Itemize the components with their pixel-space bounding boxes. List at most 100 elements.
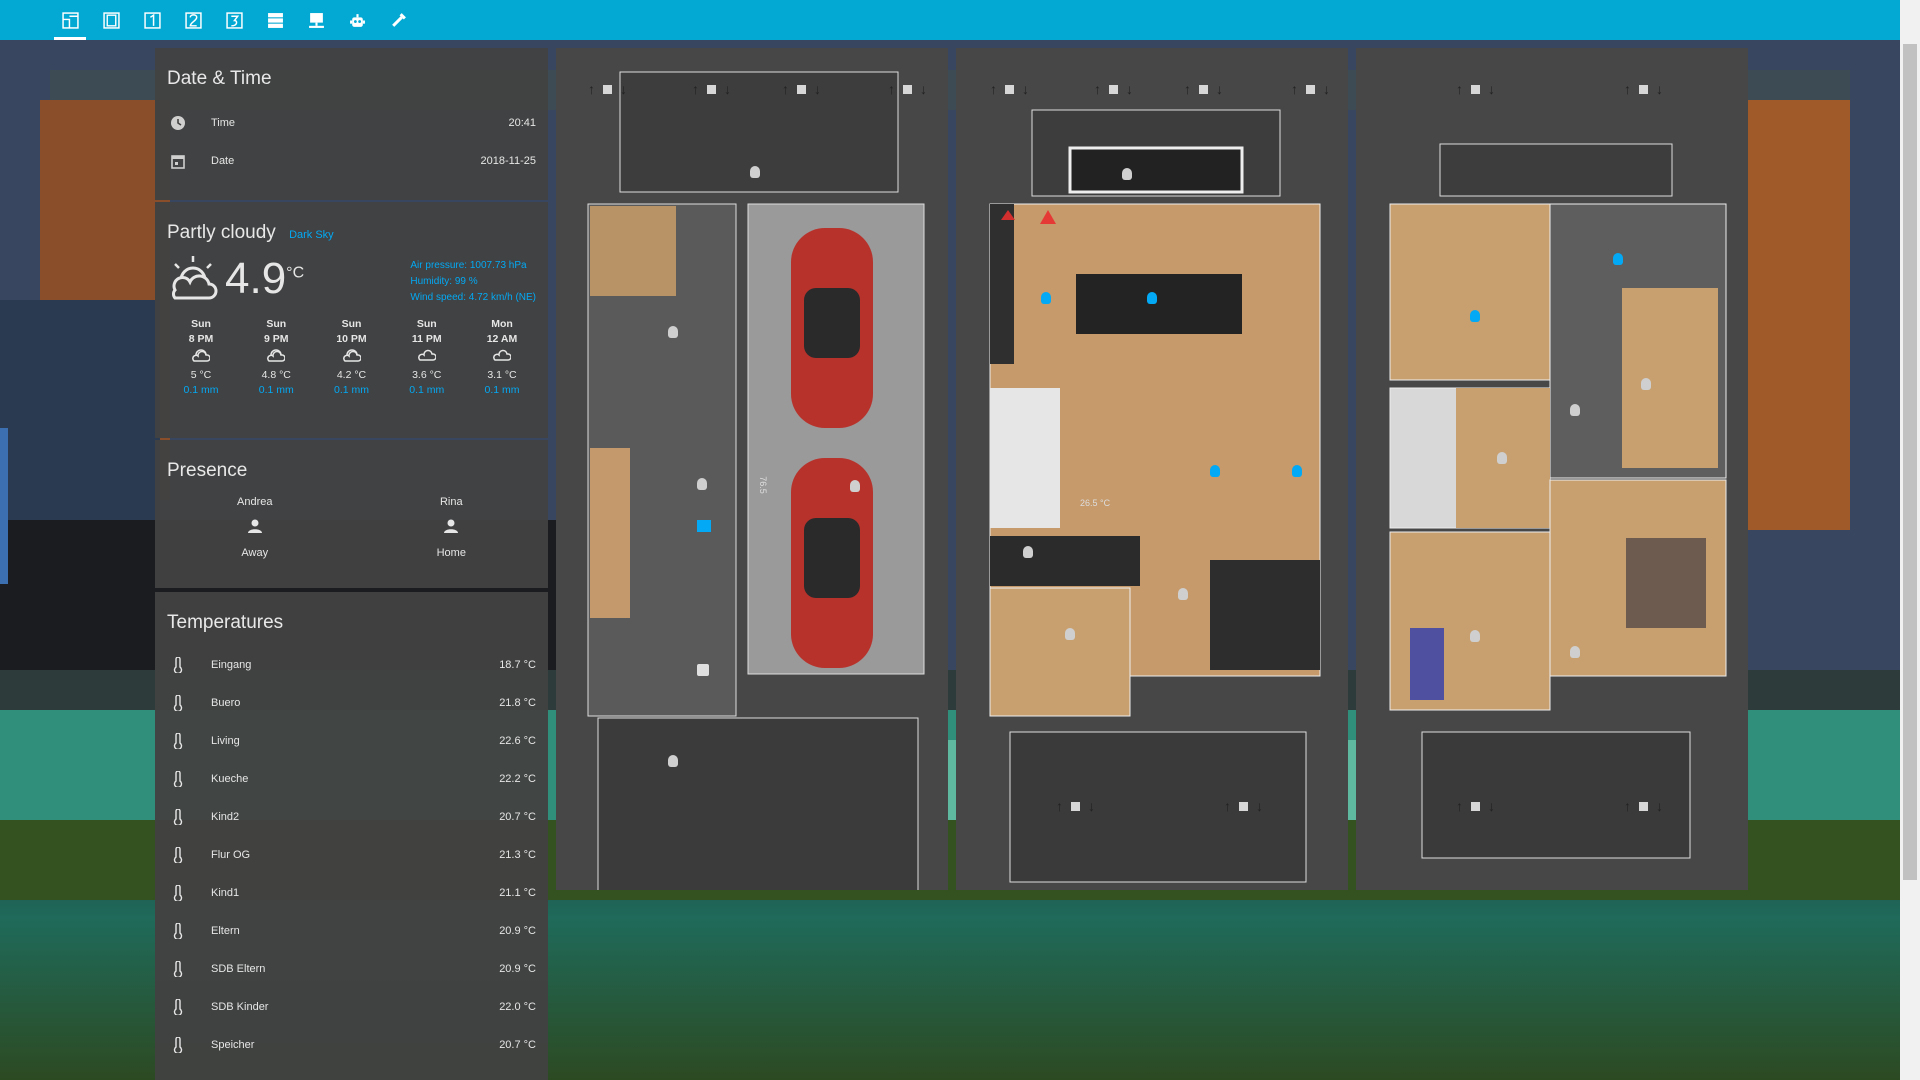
weather-condition: Partly cloudy <box>167 222 276 243</box>
lightbulb-icon[interactable] <box>1065 628 1075 640</box>
sensor-value: 21.8 °C <box>499 697 536 709</box>
tab-robot[interactable] <box>337 0 377 40</box>
thermometer-icon <box>167 958 189 980</box>
temperature-row[interactable]: Eingang 18.7 °C <box>155 646 548 684</box>
lightbulb-icon[interactable] <box>1497 452 1507 464</box>
sensor-name: Eingang <box>211 659 252 671</box>
forecast-precip: 0.1 mm <box>484 384 520 396</box>
floor-1-icon <box>143 11 161 29</box>
cover-control[interactable]: ↑ ↓ <box>1624 798 1663 814</box>
lightbulb-icon[interactable] <box>1210 465 1220 477</box>
cover-control[interactable]: ↑ ↓ <box>1291 81 1330 97</box>
cover-control[interactable]: ↑ ↓ <box>782 81 821 97</box>
lightbulb-icon[interactable] <box>1041 292 1051 304</box>
lightbulb-icon[interactable] <box>1613 253 1623 265</box>
person-state: Away <box>241 547 269 559</box>
forecast-temp: 4.8 °C <box>261 369 291 381</box>
sensor-name: Kueche <box>211 773 249 785</box>
page-scrollbar[interactable] <box>1900 0 1920 1080</box>
date-value: 2018-11-25 <box>480 155 536 167</box>
tab-floor-1[interactable] <box>132 0 172 40</box>
lightbulb-icon[interactable] <box>1641 378 1651 390</box>
temperature-row[interactable]: Speicher 20.7 °C <box>155 1026 548 1064</box>
forecast-time: 8 PM <box>188 333 214 345</box>
temperature-row[interactable]: SDB Kinder 22.0 °C <box>155 988 548 1026</box>
lightbulb-icon[interactable] <box>1023 546 1033 558</box>
cover-control[interactable]: ↑ ↓ <box>1456 798 1495 814</box>
lock-icon[interactable] <box>697 664 709 676</box>
lightbulb-icon[interactable] <box>1470 310 1480 322</box>
weather-card[interactable]: Partly cloudy Dark Sky 4.9°C Air pressur… <box>155 202 548 438</box>
lightbulb-icon[interactable] <box>1292 465 1302 477</box>
side-drawer-handle[interactable] <box>0 428 8 584</box>
presence-title: Presence <box>167 460 248 481</box>
floorplan-upper-floor[interactable]: ↑ ↓ ↑ ↓ ↑ ↓ ↑ ↓ <box>1356 48 1748 890</box>
person-andrea[interactable]: Andrea Away <box>237 496 272 569</box>
temperature-row[interactable]: Living 22.6 °C <box>155 722 548 760</box>
tab-server[interactable] <box>255 0 295 40</box>
tab-floor-2[interactable] <box>173 0 213 40</box>
cover-control[interactable]: ↑ ↓ <box>1056 798 1095 814</box>
temperature-row[interactable]: Flur OG 21.3 °C <box>155 836 548 874</box>
date-label: Date <box>211 155 235 167</box>
warning-icon[interactable] <box>1040 210 1056 224</box>
cover-control[interactable]: ↑ ↓ <box>1094 81 1133 97</box>
lightbulb-icon[interactable] <box>1178 588 1188 600</box>
lightbulb-icon[interactable] <box>750 166 760 178</box>
partly-cloudy-night-icon <box>246 347 306 368</box>
tab-tools[interactable] <box>378 0 418 40</box>
date-row[interactable]: Date 2018-11-25 <box>155 142 548 180</box>
sensor-value: 22.6 °C <box>499 735 536 747</box>
cover-control[interactable]: ↑ ↓ <box>888 81 927 97</box>
time-row[interactable]: Time 20:41 <box>155 104 548 142</box>
cover-control[interactable]: ↑ ↓ <box>1184 81 1223 97</box>
cover-control[interactable]: ↑ ↓ <box>990 81 1029 97</box>
temperature-row[interactable]: Kind1 21.1 °C <box>155 874 548 912</box>
lightbulb-icon[interactable] <box>668 326 678 338</box>
temperature-row[interactable]: SDB Eltern 20.9 °C <box>155 950 548 988</box>
lightbulb-icon[interactable] <box>1122 168 1132 180</box>
tab-monitor[interactable] <box>296 0 336 40</box>
time-label: Time <box>211 117 236 129</box>
radio-icon[interactable] <box>697 520 711 532</box>
temperature-unit: °C <box>286 264 305 282</box>
cloudy-icon <box>397 347 457 368</box>
forecast-precip: 0.1 mm <box>409 384 445 396</box>
sensor-value: 20.9 °C <box>499 963 536 975</box>
floorplan-ground-floor[interactable]: 76.5 ↑ ↓ ↑ ↓ ↑ ↓ ↑ ↓ <box>556 48 948 899</box>
temperature-row[interactable]: Eltern 20.9 °C <box>155 912 548 950</box>
floorplan-first-floor[interactable]: 26.5 °C ↑ ↓ ↑ ↓ ↑ ↓ ↑ ↓ ↑ ↓ ↑ ↓ <box>956 48 1348 890</box>
temperature-row[interactable]: Kind2 20.7 °C <box>155 798 548 836</box>
cover-control[interactable]: ↑ ↓ <box>1224 798 1263 814</box>
cover-control[interactable]: ↑ ↓ <box>1624 81 1663 97</box>
lightbulb-icon[interactable] <box>1570 646 1580 658</box>
cover-control[interactable]: ↑ ↓ <box>1456 81 1495 97</box>
person-rina[interactable]: Rina Home <box>437 496 466 569</box>
tab-floor-0[interactable] <box>91 0 131 40</box>
first-floor-plan <box>989 109 1321 883</box>
scrollbar-thumb[interactable] <box>1903 44 1917 880</box>
cover-control[interactable]: ↑ ↓ <box>692 81 731 97</box>
cover-control[interactable]: ↑ ↓ <box>588 81 627 97</box>
forecast-day: Sun <box>341 318 362 330</box>
temperature-row[interactable]: Kueche 22.2 °C <box>155 760 548 798</box>
sensor-name: SDB Kinder <box>211 1001 269 1013</box>
lightbulb-icon[interactable] <box>668 755 678 767</box>
lightbulb-icon[interactable] <box>1570 404 1580 416</box>
lightbulb-icon[interactable] <box>1470 630 1480 642</box>
lightbulb-icon[interactable] <box>697 478 707 490</box>
cloudy-icon <box>472 347 532 368</box>
upper-floor-plan <box>1389 143 1727 859</box>
sensor-name: SDB Eltern <box>211 963 266 975</box>
weather-source[interactable]: Dark Sky <box>289 229 334 241</box>
tab-floorplan[interactable] <box>50 0 90 40</box>
temperatures-card: Temperatures Eingang 18.7 °C Buero 21.8 °C… <box>155 592 548 1080</box>
lightbulb-icon[interactable] <box>850 480 860 492</box>
forecast-row: Sun 8 PM 5 °C 0.1 mm Sun 9 PM 4.8 °C 0.1… <box>155 307 548 398</box>
server-icon <box>267 12 283 28</box>
temperature-row[interactable]: Buero 21.8 °C <box>155 684 548 722</box>
lightbulb-icon[interactable] <box>1147 292 1157 304</box>
tab-floor-3[interactable] <box>214 0 254 40</box>
sensor-name: Living <box>211 735 240 747</box>
top-toolbar <box>0 0 1900 40</box>
